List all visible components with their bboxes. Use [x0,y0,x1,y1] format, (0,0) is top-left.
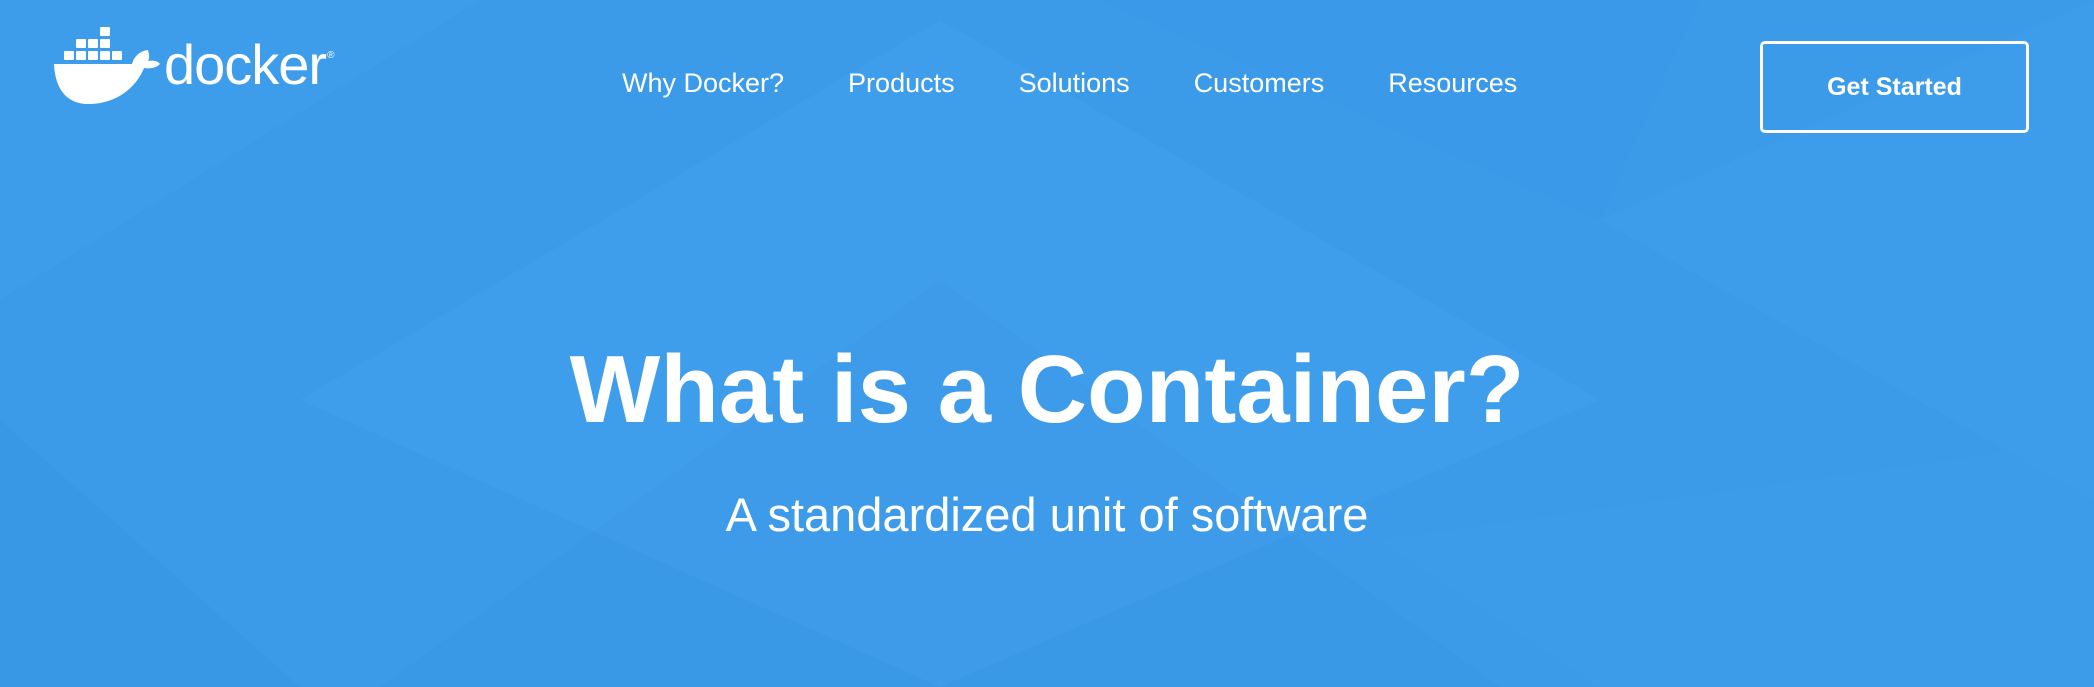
nav-item-resources[interactable]: Resources [1388,62,1517,104]
page: docker ® Why Docker? Products Solutions … [0,0,2094,687]
brand-wordmark: docker [164,33,327,96]
nav-item-customers[interactable]: Customers [1194,62,1325,104]
get-started-button[interactable]: Get Started [1760,41,2029,133]
registered-mark: ® [327,50,335,61]
docker-whale-icon [54,27,160,104]
hero-section: What is a Container? A standardized unit… [0,320,2094,560]
hero-title: What is a Container? [569,336,1525,443]
docker-logo-link[interactable]: docker ® [52,26,334,106]
nav-item-why-docker[interactable]: Why Docker? [622,62,784,104]
nav-item-solutions[interactable]: Solutions [1019,62,1130,104]
hero-subtitle: A standardized unit of software [725,488,1369,541]
nav-item-products[interactable]: Products [848,62,955,104]
site-header: docker ® Why Docker? Products Solutions … [0,0,2094,160]
main-nav: Why Docker? Products Solutions Customers… [622,62,1517,104]
